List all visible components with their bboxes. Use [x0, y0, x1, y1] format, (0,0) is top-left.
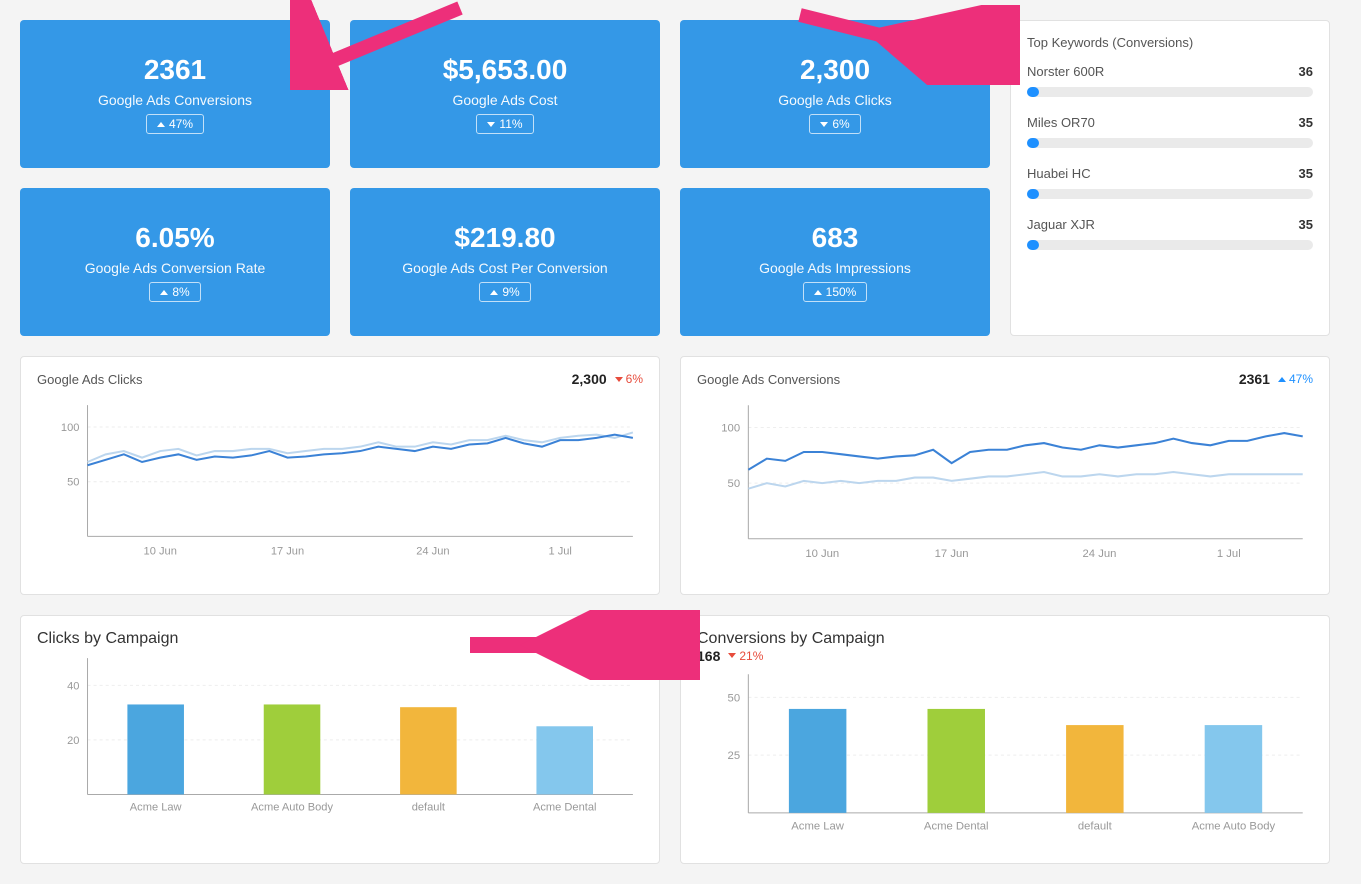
progress-bar — [1027, 240, 1313, 250]
svg-text:50: 50 — [67, 477, 79, 489]
svg-text:100: 100 — [61, 422, 80, 434]
chart-total: 2,300 — [572, 371, 607, 387]
chart-total: 168 — [697, 648, 720, 664]
metric-card-impressions[interactable]: 683 Google Ads Impressions 150% — [680, 188, 990, 336]
svg-text:50: 50 — [728, 478, 741, 490]
metric-value: 6.05% — [135, 222, 214, 254]
svg-text:100: 100 — [721, 423, 740, 435]
chart-clicks-by-campaign: Clicks by Campaign 20 40 Acme Law Acme Auto… — [20, 615, 660, 864]
svg-text:default: default — [412, 801, 445, 813]
caret-up-icon — [814, 290, 822, 295]
chart-title: Clicks by Campaign — [37, 630, 178, 647]
svg-text:40: 40 — [67, 680, 79, 692]
svg-text:Acme Law: Acme Law — [791, 820, 845, 832]
metric-label: Google Ads Conversion Rate — [85, 260, 266, 276]
metric-change-badge: 6% — [809, 114, 860, 134]
chart-total: 2361 — [1239, 371, 1270, 387]
svg-text:Acme Auto Body: Acme Auto Body — [1192, 820, 1276, 832]
keyword-name: Norster 600R — [1027, 64, 1104, 79]
metric-label: Google Ads Conversions — [98, 92, 252, 108]
metric-change-badge: 8% — [149, 282, 200, 302]
svg-text:17 Jun: 17 Jun — [935, 548, 969, 560]
metric-value: $219.80 — [454, 222, 555, 254]
metric-label: Google Ads Cost Per Conversion — [402, 260, 607, 276]
metric-label: Google Ads Clicks — [778, 92, 892, 108]
metric-card-clicks[interactable]: 2,300 Google Ads Clicks 6% — [680, 20, 990, 168]
metric-change-badge: 150% — [803, 282, 868, 302]
svg-text:default: default — [1078, 820, 1113, 832]
panel-title: Top Keywords (Conversions) — [1027, 35, 1313, 50]
svg-text:25: 25 — [728, 750, 741, 762]
keyword-row[interactable]: Jaguar XJR 35 — [1027, 217, 1313, 250]
metric-card-cost-per-conversion[interactable]: $219.80 Google Ads Cost Per Conversion 9… — [350, 188, 660, 336]
keyword-value: 36 — [1299, 64, 1313, 79]
metric-label: Google Ads Impressions — [759, 260, 911, 276]
svg-text:10 Jun: 10 Jun — [805, 548, 839, 560]
metric-card-conversions[interactable]: 2361 Google Ads Conversions 47% — [20, 20, 330, 168]
chart-clicks-over-time: Google Ads Clicks 2,300 6% 50 100 10 Jun 17… — [20, 356, 660, 595]
line-chart: 50 100 10 Jun 17 Jun 24 Jun 1 Jul — [697, 395, 1313, 580]
keyword-value: 35 — [1299, 115, 1313, 130]
svg-text:24 Jun: 24 Jun — [1083, 548, 1117, 560]
progress-bar — [1027, 138, 1313, 148]
svg-text:1 Jul: 1 Jul — [548, 546, 571, 558]
caret-up-icon — [157, 122, 165, 127]
metric-card-conversion-rate[interactable]: 6.05% Google Ads Conversion Rate 8% — [20, 188, 330, 336]
svg-text:Acme Law: Acme Law — [130, 801, 183, 813]
metric-value: $5,653.00 — [443, 54, 568, 86]
svg-text:10 Jun: 10 Jun — [144, 546, 177, 558]
svg-text:24 Jun: 24 Jun — [416, 546, 449, 558]
metric-card-cost[interactable]: $5,653.00 Google Ads Cost 11% — [350, 20, 660, 168]
metric-value: 2361 — [144, 54, 206, 86]
caret-down-icon — [487, 122, 495, 127]
caret-down-icon — [728, 653, 736, 658]
caret-down-icon — [615, 377, 623, 382]
trend-badge: 6% — [615, 372, 643, 386]
bar-chart: 25 50 Acme Law Acme Dental default Acme Auto … — [697, 664, 1313, 849]
metric-change-badge: 9% — [479, 282, 530, 302]
chart-title: Google Ads Clicks — [37, 372, 143, 387]
metric-value: 683 — [812, 222, 859, 254]
caret-up-icon — [1278, 377, 1286, 382]
caret-down-icon — [820, 122, 828, 127]
chart-conversions-over-time: Google Ads Conversions 2361 47% 50 100 10 … — [680, 356, 1330, 595]
keyword-value: 35 — [1299, 217, 1313, 232]
keyword-row[interactable]: Norster 600R 36 — [1027, 64, 1313, 97]
progress-bar — [1027, 87, 1313, 97]
keyword-name: Miles OR70 — [1027, 115, 1095, 130]
metric-label: Google Ads Cost — [452, 92, 557, 108]
metric-change-badge: 11% — [476, 114, 533, 134]
trend-badge: 47% — [1278, 372, 1313, 386]
chart-title: Conversions by Campaign — [697, 630, 885, 647]
chart-title: Google Ads Conversions — [697, 372, 840, 387]
svg-text:1 Jul: 1 Jul — [1217, 548, 1241, 560]
svg-text:17 Jun: 17 Jun — [271, 546, 304, 558]
caret-up-icon — [160, 290, 168, 295]
progress-bar — [1027, 189, 1313, 199]
keyword-row[interactable]: Huabei HC 35 — [1027, 166, 1313, 199]
top-keywords-panel: Top Keywords (Conversions) Norster 600R 3… — [1010, 20, 1330, 336]
keyword-row[interactable]: Miles OR70 35 — [1027, 115, 1313, 148]
svg-text:Acme Dental: Acme Dental — [924, 820, 989, 832]
metric-value: 2,300 — [800, 54, 870, 86]
metric-change-badge: 47% — [146, 114, 204, 134]
svg-text:20: 20 — [67, 735, 79, 747]
keyword-name: Huabei HC — [1027, 166, 1091, 181]
bar-chart: 20 40 Acme Law Acme Auto Body default Acme De… — [37, 648, 643, 830]
keyword-name: Jaguar XJR — [1027, 217, 1095, 232]
line-chart: 50 100 10 Jun 17 Jun 24 Jun 1 Jul — [37, 395, 643, 577]
trend-badge: 21% — [728, 649, 763, 663]
chart-conversions-by-campaign: Conversions by Campaign 168 21% 25 50 Acme… — [680, 615, 1330, 864]
svg-text:Acme Auto Body: Acme Auto Body — [251, 801, 333, 813]
svg-text:50: 50 — [728, 692, 741, 704]
svg-text:Acme Dental: Acme Dental — [533, 801, 597, 813]
keyword-value: 35 — [1299, 166, 1313, 181]
caret-up-icon — [490, 290, 498, 295]
